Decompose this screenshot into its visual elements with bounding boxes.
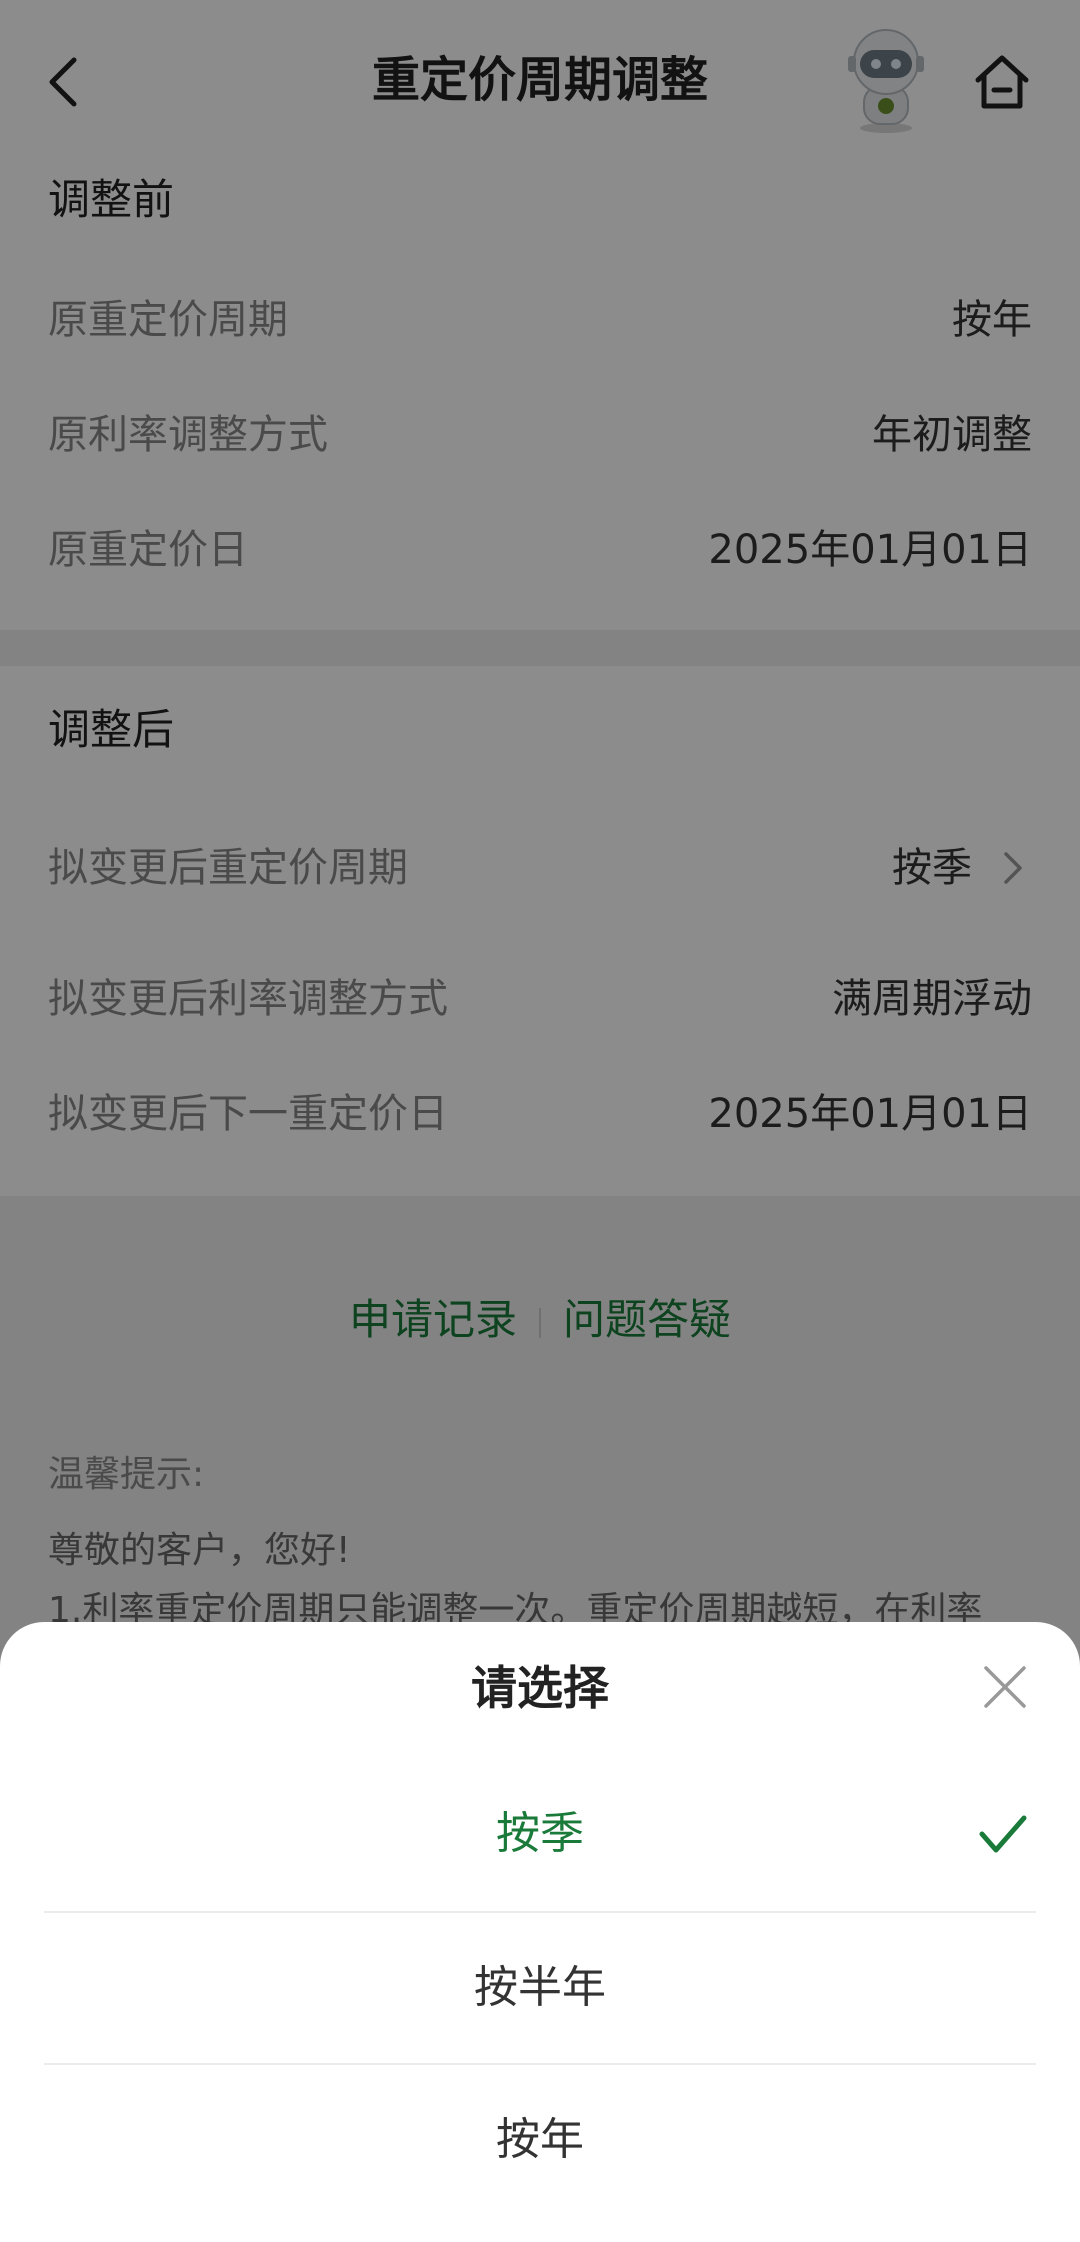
option-label: 按年 [496,2114,584,2165]
option-yearly[interactable]: 按年 [44,2064,1036,2216]
sheet-title: 请选择 [471,1661,609,1715]
close-icon[interactable] [982,1664,1028,1710]
select-bottom-sheet: 请选择 按季 按半年 按年 [0,1622,1080,2242]
option-quarterly[interactable]: 按季 [44,1758,1036,1910]
option-label: 按季 [496,1808,584,1859]
option-half-year[interactable]: 按半年 [44,1912,1036,2064]
option-label: 按半年 [474,1962,606,2013]
check-icon [978,1812,1028,1856]
